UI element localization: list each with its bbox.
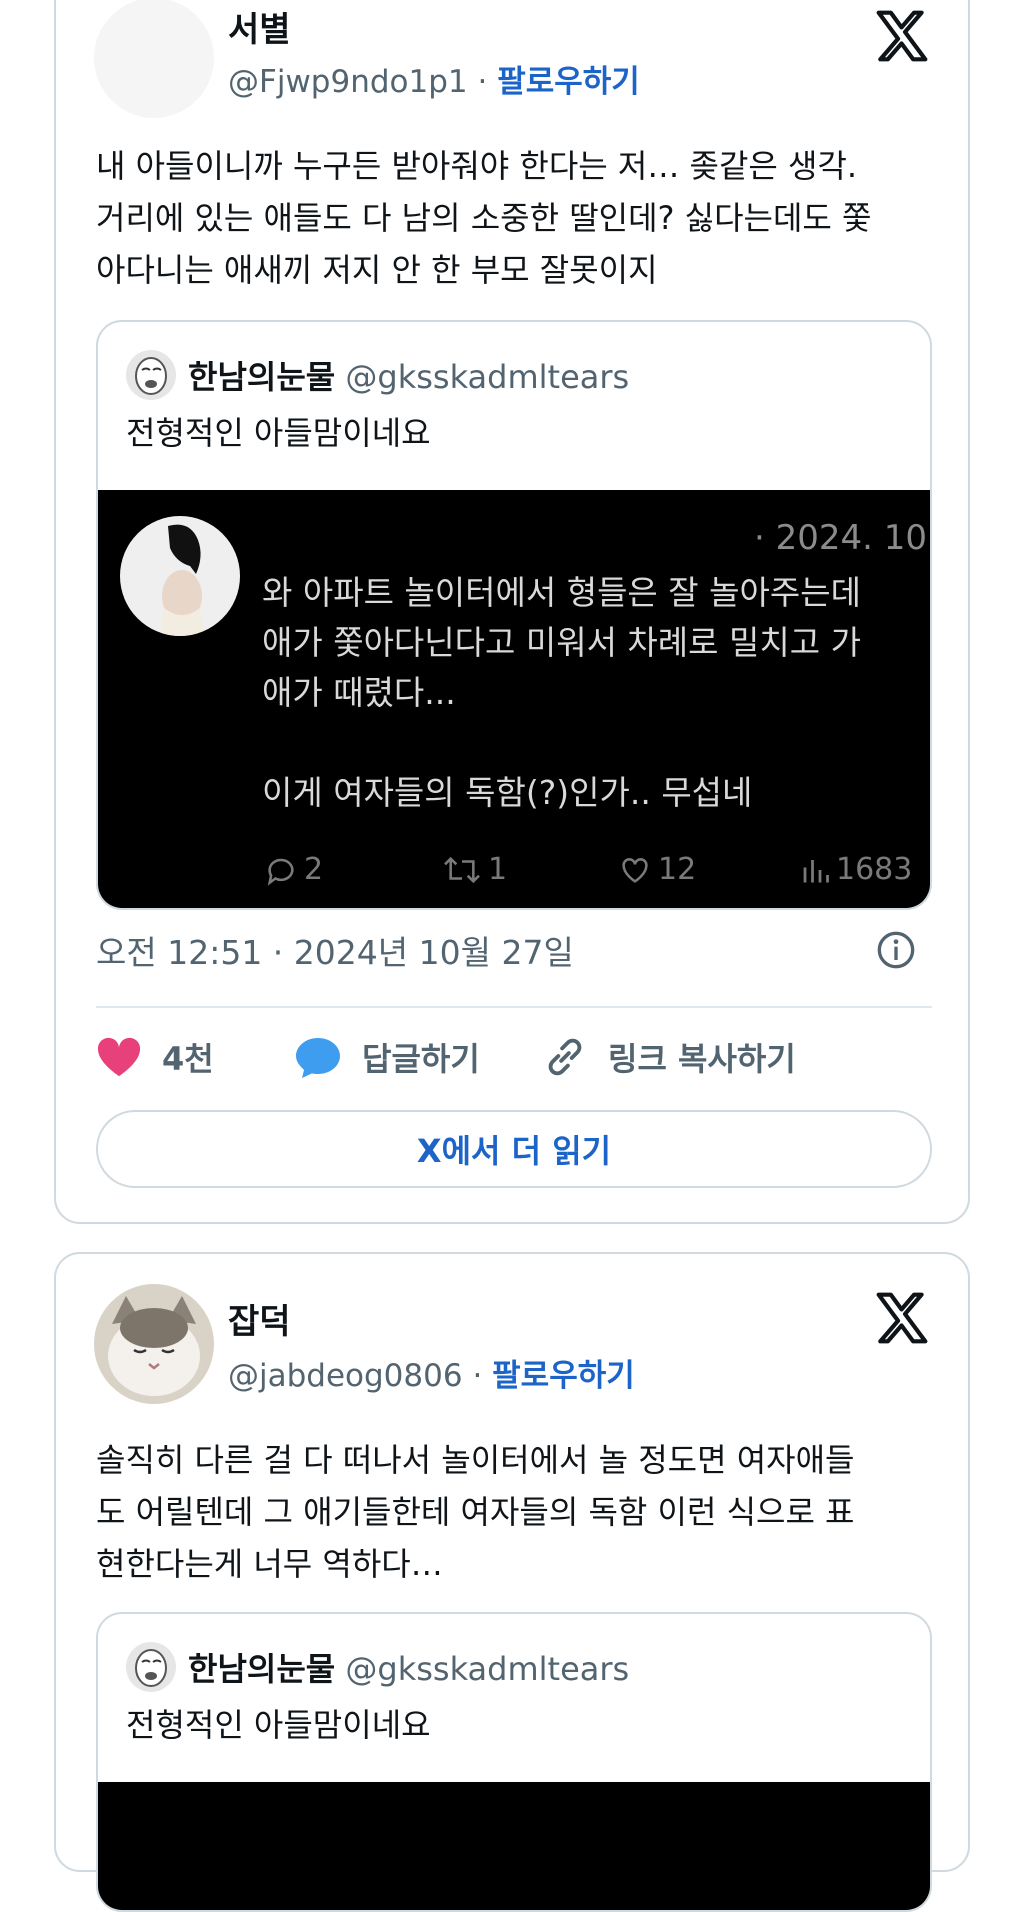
- copy-link-label: 링크 복사하기: [608, 1040, 796, 1078]
- tweet-text-line: 아다니는 애새끼 저지 안 한 부모 잘못이지: [96, 251, 658, 289]
- tweet-timestamp[interactable]: 오전 12:51 · 2024년 10월 27일: [96, 926, 574, 974]
- copy-link-button[interactable]: 링크 복사하기: [542, 1034, 796, 1080]
- media-retweet-stat: 1: [442, 852, 507, 887]
- tweet-card: 잡덕 @jabdeog0806 · 팔로우하기 솔직히 다른 걸 다 떠나서 놀…: [54, 1252, 970, 1912]
- author-handle[interactable]: @jabdeog0806: [228, 1358, 463, 1394]
- separator: ·: [472, 1358, 483, 1394]
- follow-button[interactable]: 팔로우하기: [492, 1358, 635, 1394]
- separator: ·: [477, 64, 488, 100]
- tweet-text: 솔직히 다른 걸 다 떠나서 놀이터에서 놀 정도면 여자애들 도 어릴텐데 그…: [96, 1434, 936, 1590]
- quoted-author-name: 한남의눈물: [188, 358, 336, 396]
- quoted-media-image[interactable]: [98, 1782, 930, 1910]
- media-avatar: [120, 516, 240, 636]
- info-icon[interactable]: [876, 930, 916, 970]
- media-like-stat: 12: [618, 852, 696, 887]
- quoted-tweet[interactable]: 한남의눈물 @gksskadmltears 전형적인 아들맘이네요 · 2024…: [96, 320, 932, 910]
- tweet-text: 내 아들이니까 누구든 받아줘야 한다는 저… 좆같은 생각. 거리에 있는 애…: [96, 140, 936, 296]
- divider: [96, 1006, 932, 1008]
- quoted-media-image[interactable]: · 2024. 10 와 아파트 놀이터에서 형들은 잘 놀아주는데 애가 쫓아…: [98, 490, 930, 908]
- like-button[interactable]: 4천: [96, 1034, 214, 1080]
- media-reply-count: 2: [304, 852, 324, 887]
- quoted-author-name: 한남의눈물: [188, 1650, 336, 1688]
- media-reply-stat: 2: [264, 852, 323, 887]
- quoted-avatar: [126, 1642, 176, 1692]
- tweet-text-line: 도 어릴텐데 그 애기들한테 여자들의 독함 이런 식으로 표: [96, 1493, 855, 1531]
- quoted-header: 한남의눈물 @gksskadmltears: [188, 1644, 629, 1690]
- quoted-author-handle: @gksskadmltears: [345, 358, 630, 396]
- media-like-count: 12: [658, 852, 697, 887]
- quoted-tweet[interactable]: 한남의눈물 @gksskadmltears 전형적인 아들맘이네요: [96, 1612, 932, 1912]
- media-retweet-count: 1: [488, 852, 508, 887]
- media-views-count: 1683: [836, 852, 913, 887]
- x-logo-icon[interactable]: [874, 8, 930, 64]
- tweet-text-line: 거리에 있는 애들도 다 남의 소중한 딸인데? 싫다는데도 쫓: [96, 199, 872, 237]
- retweet-icon: [444, 856, 480, 883]
- reply-icon: [267, 858, 294, 886]
- media-views-stat: 1683: [800, 852, 912, 887]
- author-handle-line: @Fjwp9ndo1p1 · 팔로우하기: [228, 56, 640, 101]
- reply-label: 답글하기: [362, 1040, 480, 1078]
- heart-icon: [97, 1037, 141, 1077]
- quoted-avatar: [126, 350, 176, 400]
- x-logo-icon[interactable]: [874, 1290, 930, 1346]
- quoted-header: 한남의눈물 @gksskadmltears: [188, 352, 629, 398]
- quoted-text: 전형적인 아들맘이네요: [126, 414, 431, 452]
- tweet-text-line: 현한다는게 너무 역하다…: [96, 1545, 443, 1583]
- follow-button[interactable]: 팔로우하기: [497, 64, 640, 100]
- author-name[interactable]: 서별: [228, 2, 291, 51]
- tweet-text-line: 내 아들이니까 누구든 받아줘야 한다는 저… 좆같은 생각.: [96, 147, 858, 185]
- author-handle-line: @jabdeog0806 · 팔로우하기: [228, 1350, 635, 1395]
- like-count: 4천: [162, 1040, 214, 1078]
- quoted-text: 전형적인 아들맘이네요: [126, 1706, 431, 1744]
- media-date: · 2024. 10: [754, 518, 928, 558]
- like-icon: [622, 857, 648, 883]
- speech-bubble-icon: [296, 1038, 340, 1078]
- media-text-line: 애가 때렸다...: [262, 673, 456, 712]
- read-more-button[interactable]: X에서 더 읽기: [96, 1110, 932, 1188]
- views-icon: [803, 859, 829, 882]
- tweet-card: 서별 @Fjwp9ndo1p1 · 팔로우하기 내 아들이니까 누구든 받아줘야…: [54, 0, 970, 1224]
- author-name[interactable]: 잡덕: [228, 1294, 291, 1343]
- reply-button[interactable]: 답글하기: [294, 1034, 480, 1080]
- avatar[interactable]: [94, 0, 214, 118]
- quoted-author-handle: @gksskadmltears: [345, 1650, 630, 1688]
- link-icon: [548, 1038, 582, 1076]
- media-text-line: 와 아파트 놀이터에서 형들은 잘 놀아주는데: [262, 573, 861, 612]
- tweet-text-line: 솔직히 다른 걸 다 떠나서 놀이터에서 놀 정도면 여자애들: [96, 1441, 855, 1479]
- avatar[interactable]: [94, 1284, 214, 1404]
- media-text-line: 애가 쫓아다닌다고 미워서 차례로 밀치고 가: [262, 623, 861, 662]
- media-text-line: 이게 여자들의 독함(?)인가.. 무섭네: [262, 773, 753, 812]
- author-handle[interactable]: @Fjwp9ndo1p1: [228, 64, 468, 100]
